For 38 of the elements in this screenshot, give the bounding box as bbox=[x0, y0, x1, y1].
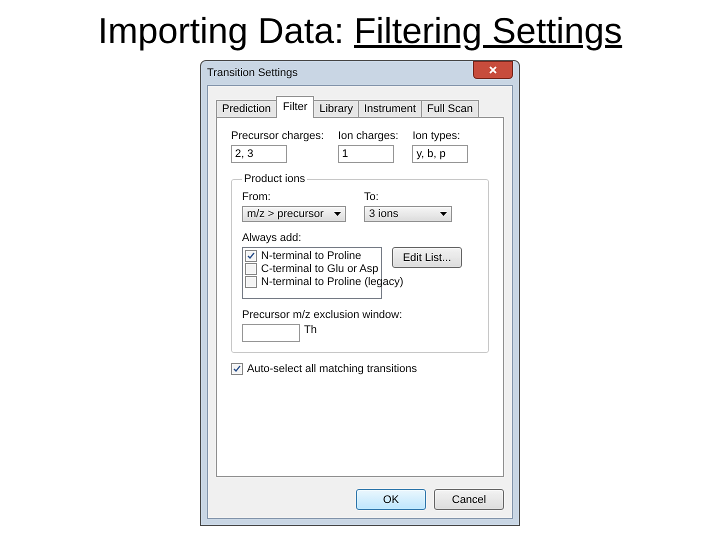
checkbox[interactable] bbox=[245, 276, 257, 288]
input-field[interactable]: y, b, p bbox=[412, 145, 468, 163]
input-field[interactable] bbox=[242, 324, 300, 342]
checkbox[interactable] bbox=[231, 363, 243, 375]
tab[interactable]: Instrument bbox=[358, 100, 422, 118]
tab[interactable]: Full Scan bbox=[420, 100, 479, 118]
field-label: Ion types: bbox=[412, 130, 462, 142]
checkbox[interactable] bbox=[245, 263, 257, 275]
close-button[interactable] bbox=[473, 61, 513, 79]
input-field[interactable]: 1 bbox=[338, 145, 394, 163]
checkbox[interactable] bbox=[245, 250, 257, 262]
tab[interactable]: Filter bbox=[276, 96, 314, 118]
caret-icon bbox=[334, 212, 341, 216]
window-title: Transition Settings bbox=[207, 67, 298, 79]
tab[interactable]: Prediction bbox=[216, 100, 277, 118]
from-dropdown[interactable]: m/z > precursor bbox=[242, 206, 346, 222]
field-label: Precursor charges: bbox=[231, 130, 324, 142]
to-dropdown[interactable]: 3 ions bbox=[364, 206, 452, 222]
close-icon bbox=[489, 66, 497, 74]
input-field[interactable]: 2, 3 bbox=[231, 145, 287, 163]
list-item-label[interactable]: N-terminal to Proline bbox=[261, 250, 362, 262]
field-label: Ion charges: bbox=[338, 130, 398, 142]
field-label: Precursor m/z exclusion window: bbox=[242, 309, 404, 321]
tab[interactable]: Library bbox=[313, 100, 359, 118]
list-item-label[interactable]: N-terminal to Proline (legacy) bbox=[261, 276, 404, 288]
slide-title: Importing Data: Filtering Settings bbox=[98, 10, 622, 52]
group-title: Product ions bbox=[243, 173, 306, 185]
field-label: Always add: bbox=[242, 232, 302, 244]
unit-label: Th bbox=[304, 324, 317, 338]
list-item-label[interactable]: C-terminal to Glu or Asp bbox=[261, 263, 378, 275]
dialog-button[interactable]: Cancel bbox=[434, 489, 504, 510]
checkbox-label: Auto-select all matching transitions bbox=[247, 363, 417, 375]
field-label: To: bbox=[364, 191, 380, 203]
caret-icon bbox=[440, 212, 447, 216]
edit-list-button[interactable]: Edit List... bbox=[392, 247, 462, 268]
field-label: From: bbox=[242, 191, 272, 203]
dialog-button[interactable]: OK bbox=[356, 489, 426, 510]
title-link[interactable]: Filtering Settings bbox=[354, 10, 622, 51]
